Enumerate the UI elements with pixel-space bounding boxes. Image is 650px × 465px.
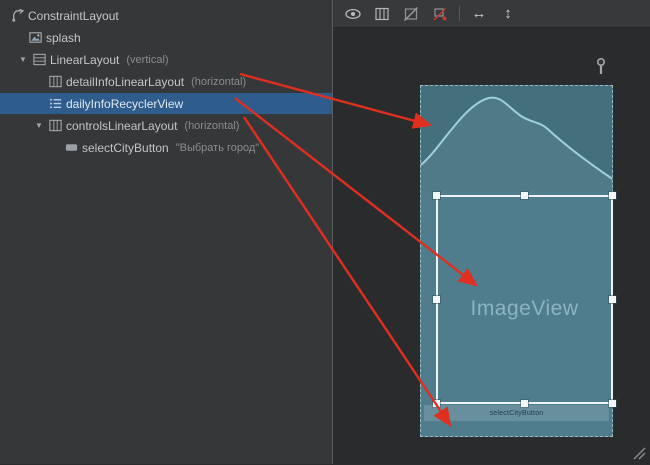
tree-item-label: ConstraintLayout <box>28 9 119 23</box>
tree-item-linearlayout[interactable]: ▼ LinearLayout (vertical) <box>0 49 332 70</box>
resize-handle[interactable] <box>609 296 616 303</box>
select-city-button-preview[interactable]: selectCityButton <box>424 405 609 421</box>
imageview-component[interactable]: ImageView <box>438 297 611 321</box>
wrench-icon[interactable] <box>592 57 610 77</box>
recycler-view-list-icon <box>46 96 64 111</box>
tree-item-constraintlayout[interactable]: ConstraintLayout <box>0 5 332 26</box>
device-preview[interactable]: ImageView selectCityButton <box>420 85 613 437</box>
horizontal-resize-icon[interactable]: ↔ <box>469 4 489 24</box>
tree-item-meta: (horizontal) <box>191 76 246 88</box>
tree-item-selectcitybutton[interactable]: selectCityButton "Выбрать город" <box>0 137 332 158</box>
constraint-layout-icon <box>8 8 26 23</box>
tree-item-label: controlsLinearLayout <box>66 119 177 133</box>
component-tree-panel: ConstraintLayout splash ▼ LinearLayout (… <box>0 0 332 464</box>
button-icon <box>62 140 80 155</box>
tree-item-detailinfolinearlayout[interactable]: detailInfoLinearLayout (horizontal) <box>0 71 332 92</box>
tree-item-label: dailyInfoRecyclerView <box>66 97 183 111</box>
detail-info-chart-area[interactable] <box>421 86 612 191</box>
tree-item-label: LinearLayout <box>50 53 119 67</box>
tree-item-meta: (vertical) <box>126 54 168 66</box>
tree-item-value: "Выбрать город" <box>176 142 259 154</box>
toolbar-divider <box>459 6 460 21</box>
selection-rect-recyclerview[interactable]: ImageView <box>436 195 613 404</box>
column-guides-icon[interactable] <box>372 4 392 24</box>
toggle-off-icon[interactable] <box>401 4 421 24</box>
resize-handle[interactable] <box>433 192 440 199</box>
chevron-down-icon[interactable]: ▼ <box>16 55 30 64</box>
tree-item-label: detailInfoLinearLayout <box>66 75 184 89</box>
tree-item-meta: (horizontal) <box>184 120 239 132</box>
image-icon <box>26 30 44 45</box>
toggle-off-red-icon[interactable] <box>430 4 450 24</box>
resize-handle[interactable] <box>609 192 616 199</box>
resize-grip[interactable] <box>630 444 646 460</box>
vertical-resize-icon[interactable]: ↕ <box>498 4 518 24</box>
resize-handle[interactable] <box>609 400 616 407</box>
tree-item-controlslinearlayout[interactable]: ▼ controlsLinearLayout (horizontal) <box>0 115 332 136</box>
tree-item-label: splash <box>46 31 81 45</box>
linear-layout-vertical-icon <box>30 52 48 67</box>
tree-item-label: selectCityButton <box>82 141 169 155</box>
resize-handle[interactable] <box>433 296 440 303</box>
linear-layout-horizontal-icon <box>46 74 64 89</box>
tree-item-dailyinforecyclerview[interactable]: dailyInfoRecyclerView <box>0 93 332 114</box>
design-surface-toolbar: ↔ ↕ <box>333 0 650 28</box>
tree-item-splash[interactable]: splash <box>0 27 332 48</box>
linear-layout-horizontal-icon <box>46 118 64 133</box>
weather-curve <box>421 86 612 191</box>
resize-handle[interactable] <box>521 192 528 199</box>
chevron-down-icon[interactable]: ▼ <box>32 121 46 130</box>
eye-icon[interactable] <box>343 4 363 24</box>
